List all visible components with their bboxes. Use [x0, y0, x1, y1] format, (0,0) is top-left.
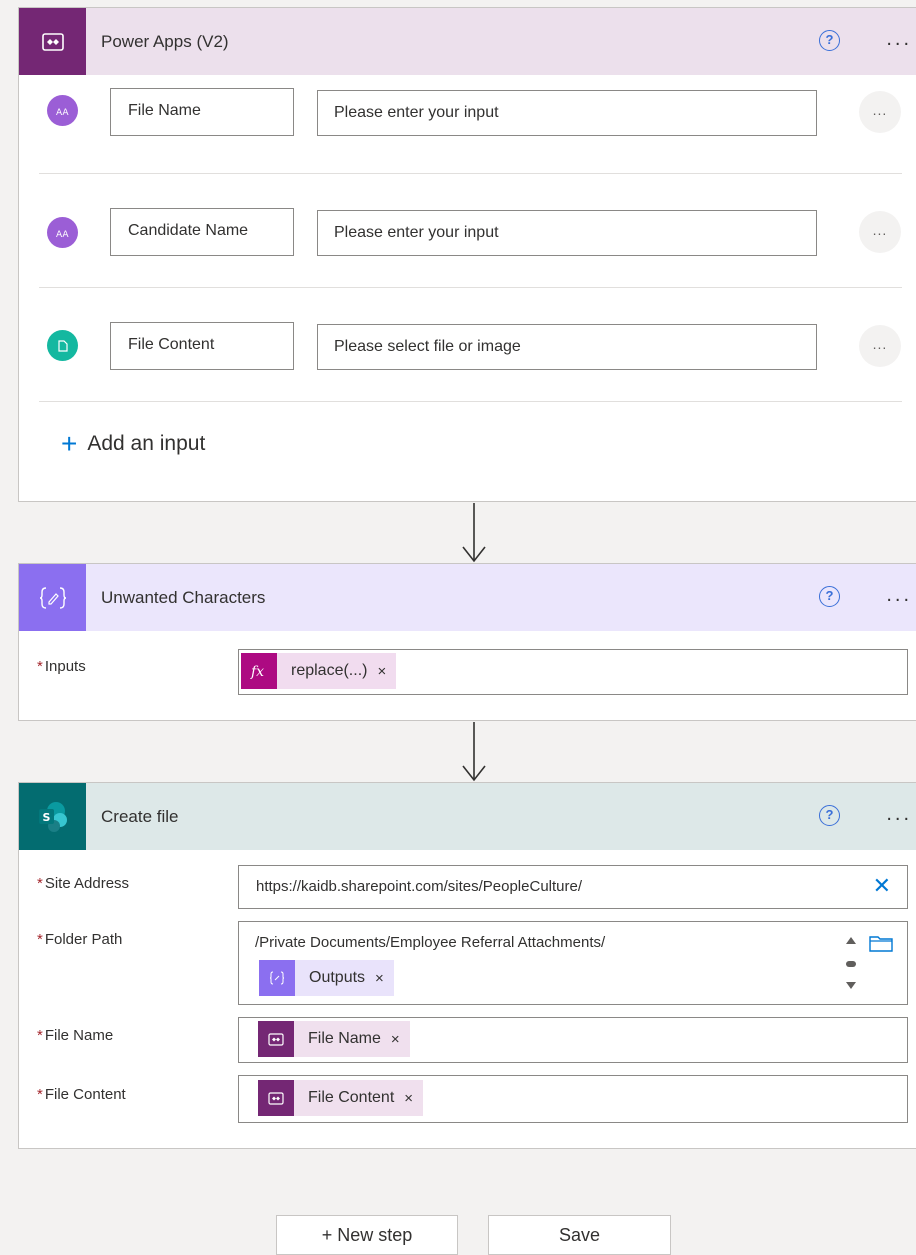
- divider: [39, 401, 902, 402]
- input-name-field[interactable]: Candidate Name: [110, 208, 294, 256]
- inputs-label-text: Inputs: [44, 658, 86, 675]
- compose-icon: [259, 960, 295, 996]
- site-address-value: https://kaidb.sharepoint.com/sites/Peopl…: [256, 878, 583, 895]
- required-marker: *: [37, 875, 43, 892]
- folder-path-field[interactable]: /Private Documents/Employee Referral Att…: [238, 921, 908, 1005]
- folder-path-value: /Private Documents/Employee Referral Att…: [255, 934, 606, 951]
- input-row-file-content: File Content Please select file or image…: [39, 288, 902, 402]
- svg-text:fx: fx: [250, 664, 264, 679]
- outputs-token[interactable]: Outputs ×: [259, 960, 394, 996]
- plus-icon: +: [61, 428, 78, 459]
- help-icon[interactable]: ?: [819, 586, 840, 607]
- inputs-field[interactable]: fx replace(...) ×: [238, 649, 908, 695]
- power-apps-trigger-card: Power Apps (V2) ? ... AA File Name Pleas…: [18, 7, 916, 502]
- input-value-field[interactable]: Please enter your input: [317, 90, 817, 136]
- row-more-options-icon[interactable]: ...: [859, 211, 901, 253]
- power-apps-icon: [258, 1080, 294, 1116]
- compose-icon: [19, 564, 86, 631]
- token-remove-icon[interactable]: ×: [391, 1031, 400, 1048]
- add-input-label: Add an input: [87, 432, 206, 455]
- required-marker: *: [37, 658, 43, 675]
- inputs-label: * Inputs: [37, 658, 86, 675]
- compose-card-header[interactable]: Unwanted Characters ? ...: [19, 564, 916, 631]
- file-type-icon: [47, 330, 78, 361]
- save-button[interactable]: Save: [488, 1215, 671, 1255]
- unwanted-characters-card: Unwanted Characters ? ... * Inputs fx rep…: [18, 563, 916, 721]
- compose-card-title: Unwanted Characters: [101, 587, 266, 607]
- token-remove-icon[interactable]: ×: [377, 663, 386, 680]
- file-name-label: * File Name: [37, 1027, 113, 1044]
- text-type-icon: AA: [47, 95, 78, 126]
- power-apps-card-header[interactable]: Power Apps (V2) ? ...: [19, 8, 916, 75]
- svg-text:S: S: [42, 811, 50, 824]
- file-name-token[interactable]: File Name ×: [258, 1021, 410, 1057]
- clear-icon[interactable]: ✕: [873, 874, 891, 899]
- token-label: replace(...): [291, 662, 368, 679]
- input-name-field[interactable]: File Content: [110, 322, 294, 370]
- input-name-field[interactable]: File Name: [110, 88, 294, 136]
- input-row-file-name: AA File Name Please enter your input ...: [39, 75, 902, 174]
- text-type-icon: AA: [47, 217, 78, 248]
- input-value-field[interactable]: Please enter your input: [317, 210, 817, 256]
- folder-path-label: * Folder Path: [37, 931, 122, 948]
- folder-browse-icon[interactable]: [869, 934, 893, 952]
- new-step-button[interactable]: + New step: [276, 1215, 458, 1255]
- file-name-field[interactable]: File Name ×: [238, 1017, 908, 1063]
- folder-path-label-text: Folder Path: [44, 931, 123, 948]
- flow-arrow-icon: [462, 503, 486, 563]
- svg-text:AA: AA: [56, 230, 69, 238]
- site-address-label: * Site Address: [37, 875, 129, 892]
- sharepoint-icon: S: [19, 783, 86, 850]
- flow-arrow-icon: [462, 722, 486, 782]
- site-address-field[interactable]: https://kaidb.sharepoint.com/sites/Peopl…: [238, 865, 908, 909]
- token-label: File Content: [308, 1089, 395, 1106]
- required-marker: *: [37, 1027, 43, 1044]
- create-file-card: S Create file ? ... * Site Address https:…: [18, 782, 916, 1149]
- create-file-card-title: Create file: [101, 806, 179, 826]
- input-row-candidate-name: AA Candidate Name Please enter your inpu…: [39, 174, 902, 288]
- create-file-card-header[interactable]: S Create file ? ...: [19, 783, 916, 850]
- token-label: Outputs: [309, 969, 366, 986]
- more-options-icon[interactable]: ...: [886, 585, 912, 605]
- power-apps-card-title: Power Apps (V2): [101, 31, 229, 51]
- required-marker: *: [37, 931, 43, 948]
- file-name-label-text: File Name: [44, 1027, 114, 1044]
- token-remove-icon[interactable]: ×: [375, 970, 384, 987]
- file-content-field[interactable]: File Content ×: [238, 1075, 908, 1123]
- help-icon[interactable]: ?: [819, 30, 840, 51]
- fx-icon: fx: [241, 653, 277, 689]
- row-more-options-icon[interactable]: ...: [859, 91, 901, 133]
- scrollbar[interactable]: [845, 936, 857, 994]
- required-marker: *: [37, 1086, 43, 1103]
- more-options-icon[interactable]: ...: [886, 29, 912, 49]
- token-remove-icon[interactable]: ×: [404, 1090, 413, 1107]
- file-content-label-text: File Content: [44, 1086, 126, 1103]
- power-apps-icon: [258, 1021, 294, 1057]
- row-more-options-icon[interactable]: ...: [859, 325, 901, 367]
- more-options-icon[interactable]: ...: [886, 804, 912, 824]
- power-apps-icon: [19, 8, 86, 75]
- svg-text:AA: AA: [56, 108, 69, 116]
- add-an-input-button[interactable]: + Add an input: [61, 430, 205, 458]
- file-content-label: * File Content: [37, 1086, 126, 1103]
- input-value-field[interactable]: Please select file or image: [317, 324, 817, 370]
- file-content-token[interactable]: File Content ×: [258, 1080, 424, 1116]
- replace-expression-token[interactable]: fx replace(...) ×: [241, 653, 397, 689]
- site-address-label-text: Site Address: [44, 875, 130, 892]
- help-icon[interactable]: ?: [819, 805, 840, 826]
- token-label: File Name: [308, 1030, 381, 1047]
